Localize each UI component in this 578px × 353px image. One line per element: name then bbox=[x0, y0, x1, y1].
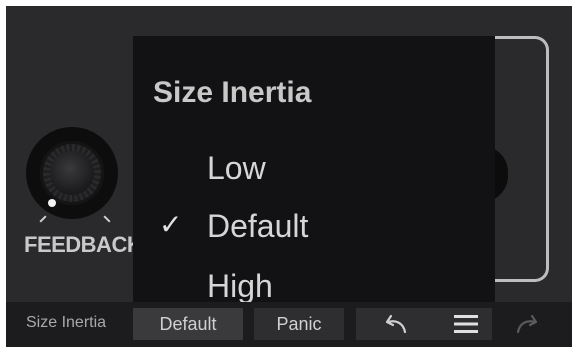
menu-title: Size Inertia bbox=[153, 76, 312, 109]
checkmark-icon: ✓ bbox=[159, 208, 183, 241]
menu-option-label: Low bbox=[207, 150, 266, 186]
feedback-knob[interactable] bbox=[20, 121, 130, 231]
knob-max-tick bbox=[103, 215, 111, 223]
feedback-label: FEEDBACK bbox=[24, 232, 143, 257]
menu-option-default[interactable]: ✓ Default bbox=[133, 202, 495, 248]
knob-indicator bbox=[48, 199, 56, 207]
main-menu-button[interactable] bbox=[440, 308, 492, 340]
menu-option-low[interactable]: Low bbox=[133, 144, 495, 190]
menu-option-label: Default bbox=[207, 208, 309, 244]
parameter-name-label: Size Inertia bbox=[26, 314, 107, 331]
undo-button[interactable] bbox=[356, 308, 440, 340]
knob-min-tick bbox=[39, 215, 47, 223]
panic-button[interactable]: Panic bbox=[254, 308, 344, 340]
bottom-toolbar: Size Inertia Default Panic bbox=[6, 302, 572, 347]
redo-button[interactable] bbox=[504, 308, 544, 340]
knob-cap bbox=[50, 151, 94, 195]
redo-icon bbox=[516, 314, 538, 334]
undo-icon bbox=[385, 314, 407, 334]
hamburger-menu-icon bbox=[454, 315, 478, 333]
menu-option-label: High bbox=[207, 268, 273, 304]
value-button[interactable]: Default bbox=[133, 308, 243, 340]
plugin-panel: FEEDBACK Size Inertia Low ✓ Default High… bbox=[6, 6, 572, 347]
size-inertia-menu: Size Inertia Low ✓ Default High bbox=[133, 36, 495, 312]
